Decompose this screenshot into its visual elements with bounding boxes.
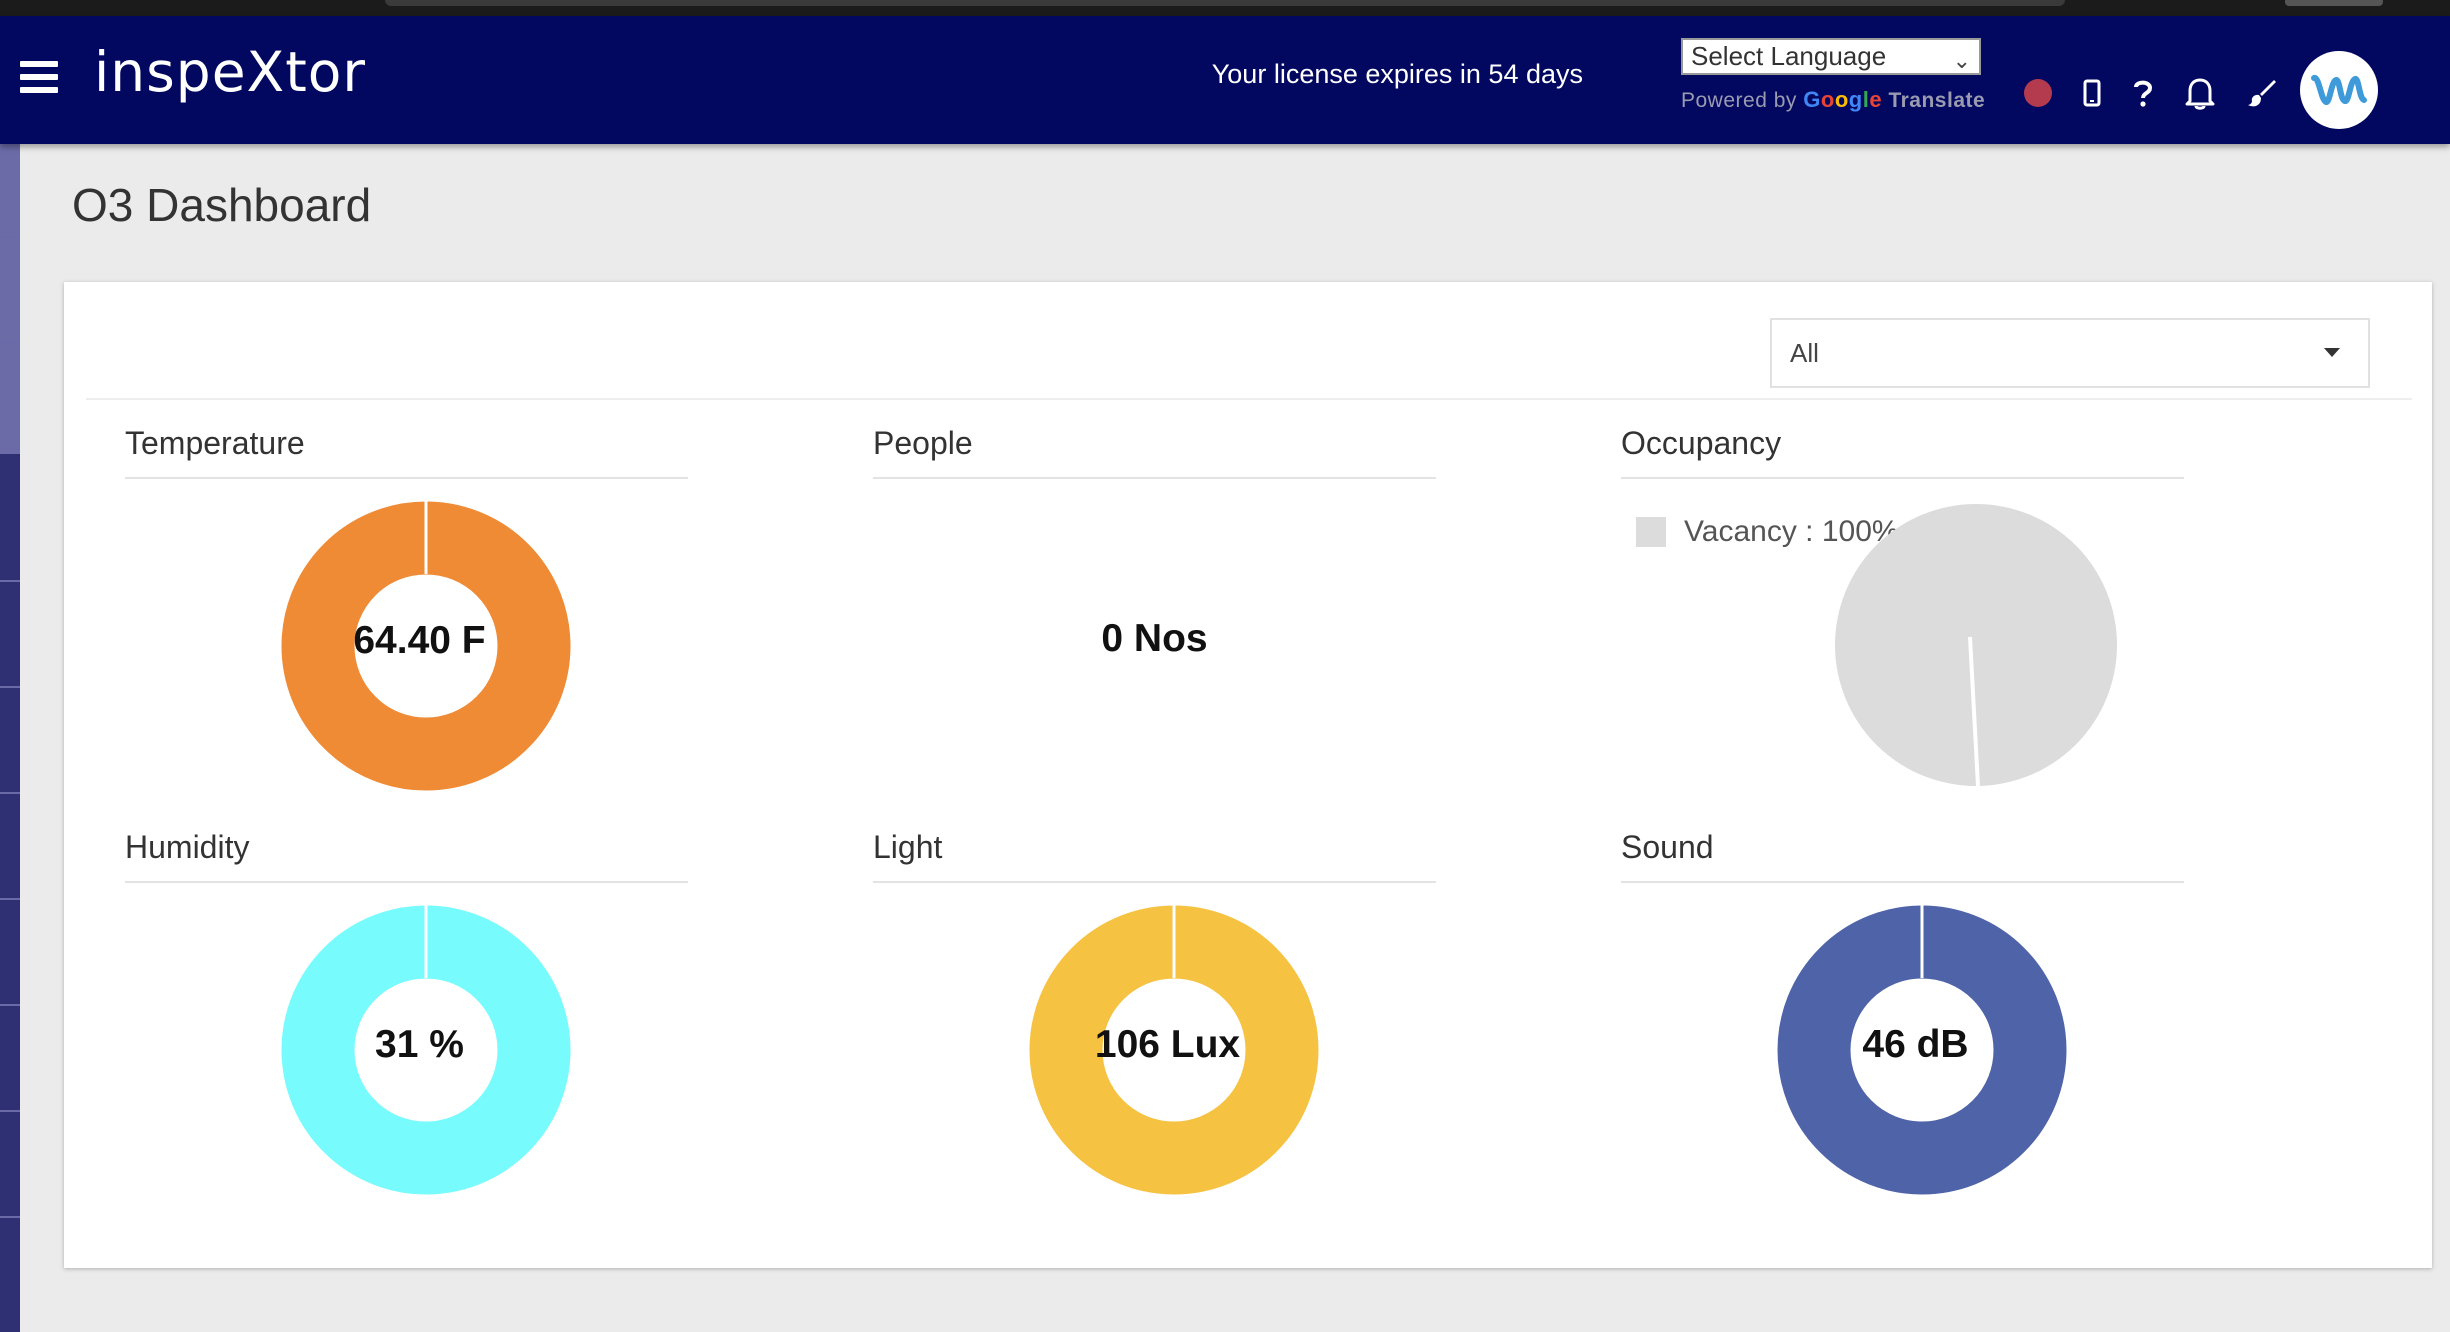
legend-swatch: [1636, 517, 1666, 547]
chevron-down-icon: ⌄: [1952, 48, 1971, 73]
record-dot-icon[interactable]: [2024, 79, 2052, 107]
light-value: 106 Lux: [1094, 1023, 1241, 1066]
light-tile: Light 106 Lux: [873, 829, 1436, 1223]
window-top-strip: [0, 0, 2450, 16]
people-title: People: [873, 425, 1436, 479]
hamburger-icon[interactable]: [20, 61, 58, 93]
card-divider: [86, 398, 2412, 400]
language-select[interactable]: Select Language ⌄: [1681, 38, 1981, 75]
humidity-title: Humidity: [125, 829, 688, 883]
temperature-title: Temperature: [125, 425, 688, 479]
brush-icon[interactable]: [2246, 77, 2278, 109]
powered-by-google: Powered by Google Translate: [1681, 87, 1991, 113]
humidity-value: 31 %: [375, 1023, 464, 1066]
sound-title: Sound: [1621, 829, 2184, 883]
filter-selected-value: All: [1790, 338, 1819, 368]
license-notice: Your license expires in 54 days: [1211, 59, 1583, 89]
navbar-icon-group: [2024, 76, 2308, 110]
occupancy-pie: [1835, 504, 2117, 787]
light-title: Light: [873, 829, 1436, 883]
sound-tile: Sound 46 dB: [1621, 829, 2184, 1223]
temperature-tile: Temperature 64.40 F: [125, 425, 688, 819]
sound-value: 46 dB: [1862, 1023, 1969, 1066]
location-filter-select[interactable]: All: [1770, 318, 2370, 388]
company-logo-icon[interactable]: [2300, 51, 2378, 129]
translate-link[interactable]: Translate: [1888, 89, 1985, 112]
powered-by-text: Powered by: [1681, 89, 1797, 112]
question-icon[interactable]: [2132, 78, 2154, 108]
dashboard-card: All Temperature 64.40 F People 0 Nos Occ…: [64, 282, 2432, 1268]
page-title: O3 Dashboard: [72, 179, 372, 231]
left-sidebar-collapsed: [0, 144, 20, 1332]
top-navbar: inspeXtor Your license expires in 54 day…: [0, 16, 2450, 144]
tab-strip-right: [2285, 0, 2383, 6]
brand-logo-text[interactable]: inspeXtor: [94, 40, 366, 104]
language-select-label: Select Language: [1691, 41, 1887, 71]
bell-icon[interactable]: [2184, 76, 2216, 110]
tab-strip: [385, 0, 2065, 6]
caret-down-icon: [2324, 348, 2340, 357]
mobile-icon[interactable]: [2082, 79, 2102, 107]
occupancy-title: Occupancy: [1621, 425, 2184, 479]
humidity-tile: Humidity 31 %: [125, 829, 688, 1223]
google-translate-widget: Select Language ⌄ Powered by Google Tran…: [1681, 38, 1991, 113]
temperature-value: 64.40 F: [353, 619, 486, 662]
people-tile: People 0 Nos: [873, 425, 1436, 819]
people-value: 0 Nos: [1101, 617, 1208, 660]
google-logo-text: Google: [1803, 87, 1883, 112]
